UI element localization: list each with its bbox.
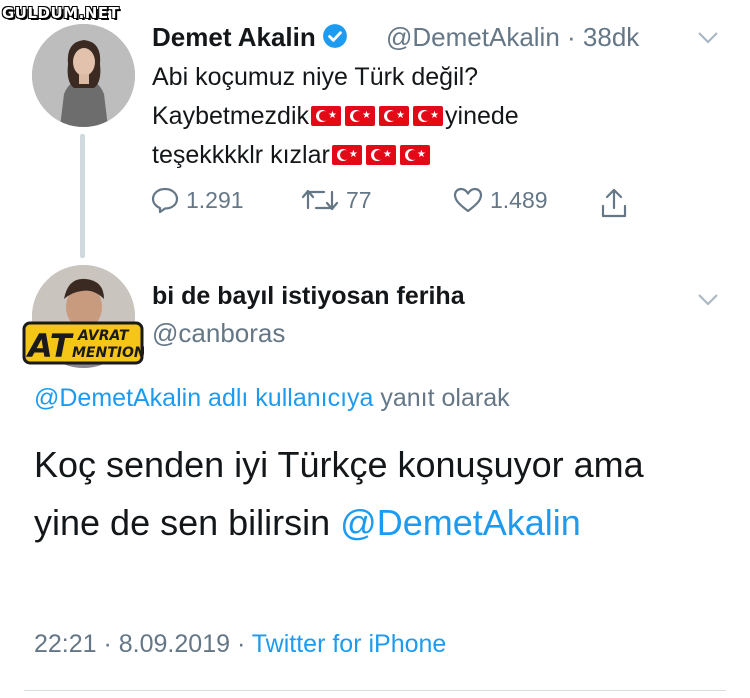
tweet-author-name[interactable]: Demet Akalin — [152, 22, 348, 53]
tweet-author-handle[interactable]: @DemetAkalin · 38dk — [386, 22, 639, 53]
tweet-line-3: teşekkkklr kızlar ★ ★ ★ — [152, 136, 519, 175]
turkey-flag-icon: ★ — [365, 145, 396, 165]
chevron-down-icon[interactable] — [696, 292, 720, 308]
retweet-icon — [301, 189, 339, 211]
reply-author-handle[interactable]: @canboras — [152, 318, 285, 349]
share-button[interactable] — [598, 186, 636, 220]
tweet-line-1: Abi koçumuz niye Türk değil? — [152, 63, 479, 91]
reply-icon — [151, 187, 179, 214]
reply-meta: 22:21 · 8.09.2019 · Twitter for iPhone — [34, 630, 446, 659]
chevron-down-icon[interactable] — [696, 30, 720, 46]
reply-context: @DemetAkalin adlı kullanıcıya yanıt olar… — [34, 384, 510, 412]
turkey-flag-icon: ★ — [399, 145, 430, 165]
retweet-button[interactable]: 77 — [300, 186, 372, 214]
avrat-mention-badge-logo: AT AVRAT MENTION — [22, 321, 144, 365]
mention-link[interactable]: @DemetAkalin — [340, 502, 581, 543]
reply-line-1: Koç senden iyi Türkçe konuşuyor ama — [34, 444, 644, 485]
turkey-flag-icon: ★ — [311, 106, 342, 126]
verified-badge-icon — [322, 24, 347, 48]
turkey-flag-icon: ★ — [331, 145, 362, 165]
heart-icon — [453, 187, 483, 213]
turkey-flag-icon: ★ — [413, 106, 444, 126]
reply-text: Koç senden iyi Türkçe konuşuyor ama yine… — [34, 436, 644, 552]
reply-button[interactable]: 1.291 — [150, 186, 244, 214]
thread-connector-line — [80, 134, 85, 258]
reply-timestamp: 22:21 · 8.09.2019 · — [34, 630, 246, 658]
svg-text:AT: AT — [25, 327, 74, 365]
tweet-text: Abi koçumuz niye Türk değil? Kaybetmezdi… — [152, 58, 519, 175]
avatar-demet-akalin[interactable] — [32, 24, 135, 127]
reply-context-link[interactable]: @DemetAkalin adlı kullanıcıya — [34, 384, 373, 412]
turkey-flag-icon: ★ — [379, 106, 410, 126]
divider — [24, 690, 726, 691]
turkey-flag-icon: ★ — [345, 106, 376, 126]
svg-text:MENTION: MENTION — [72, 345, 144, 361]
share-icon — [601, 188, 627, 218]
like-button[interactable]: 1.489 — [452, 186, 548, 214]
svg-text:AVRAT: AVRAT — [77, 328, 130, 344]
tweet-actions: 1.291 77 1.489 — [150, 186, 650, 222]
tweet-time: · 38dk — [567, 22, 640, 52]
watermark-logo: GULDUM.NET — [2, 4, 120, 22]
tweet-line-2: Kaybetmezdik ★ ★ ★ ★ yinede — [152, 102, 519, 130]
source-link[interactable]: Twitter for iPhone — [252, 630, 447, 658]
reply-author-name[interactable]: bi de bayıl istiyosan feriha — [152, 282, 465, 311]
reply-line-2: yine de sen bilirsin @DemetAkalin — [34, 502, 581, 543]
